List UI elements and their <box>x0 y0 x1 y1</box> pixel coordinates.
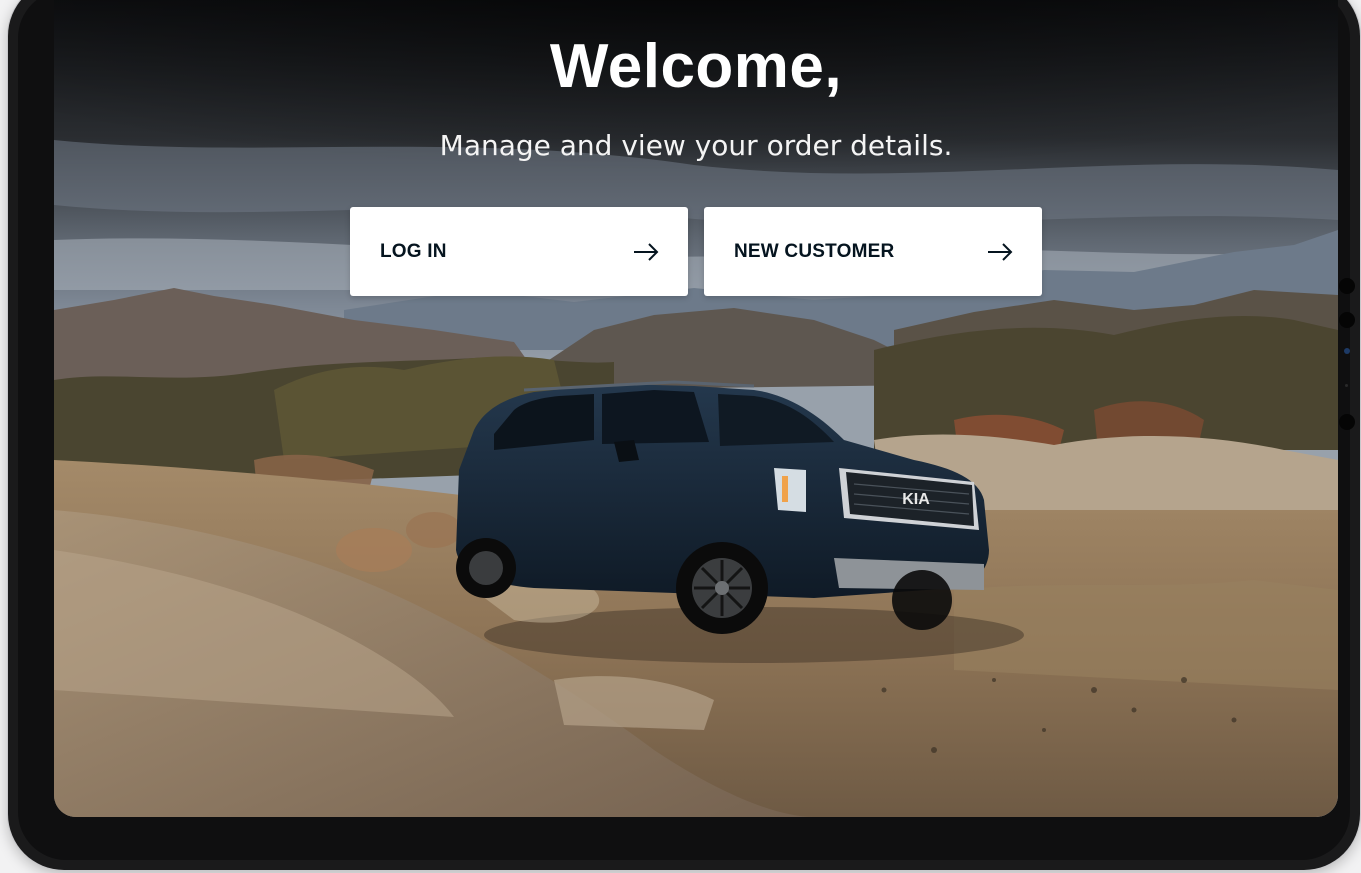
login-button[interactable]: LOG IN <box>350 207 688 296</box>
new-customer-button-label: NEW CUSTOMER <box>734 240 895 262</box>
app-screen: KIA Welcome, Manage and view your order … <box>54 0 1338 817</box>
welcome-subtitle: Manage and view your order details. <box>439 129 953 162</box>
kia-badge: KIA <box>902 491 930 508</box>
welcome-header: Welcome, Manage and view your order deta… <box>54 28 1338 166</box>
device-side-button-2 <box>1339 312 1355 328</box>
arrow-right-icon <box>634 242 659 261</box>
tablet-frame: KIA Welcome, Manage and view your order … <box>8 0 1360 870</box>
device-camera-dot <box>1344 348 1350 354</box>
device-side-button-1 <box>1339 278 1355 294</box>
device-side-button-3 <box>1339 414 1355 430</box>
welcome-title: Welcome, <box>549 32 843 101</box>
login-button-label: LOG IN <box>380 240 447 262</box>
new-customer-button[interactable]: NEW CUSTOMER <box>704 207 1042 296</box>
arrow-right-icon <box>988 242 1013 261</box>
device-sensor-dot <box>1345 384 1348 387</box>
